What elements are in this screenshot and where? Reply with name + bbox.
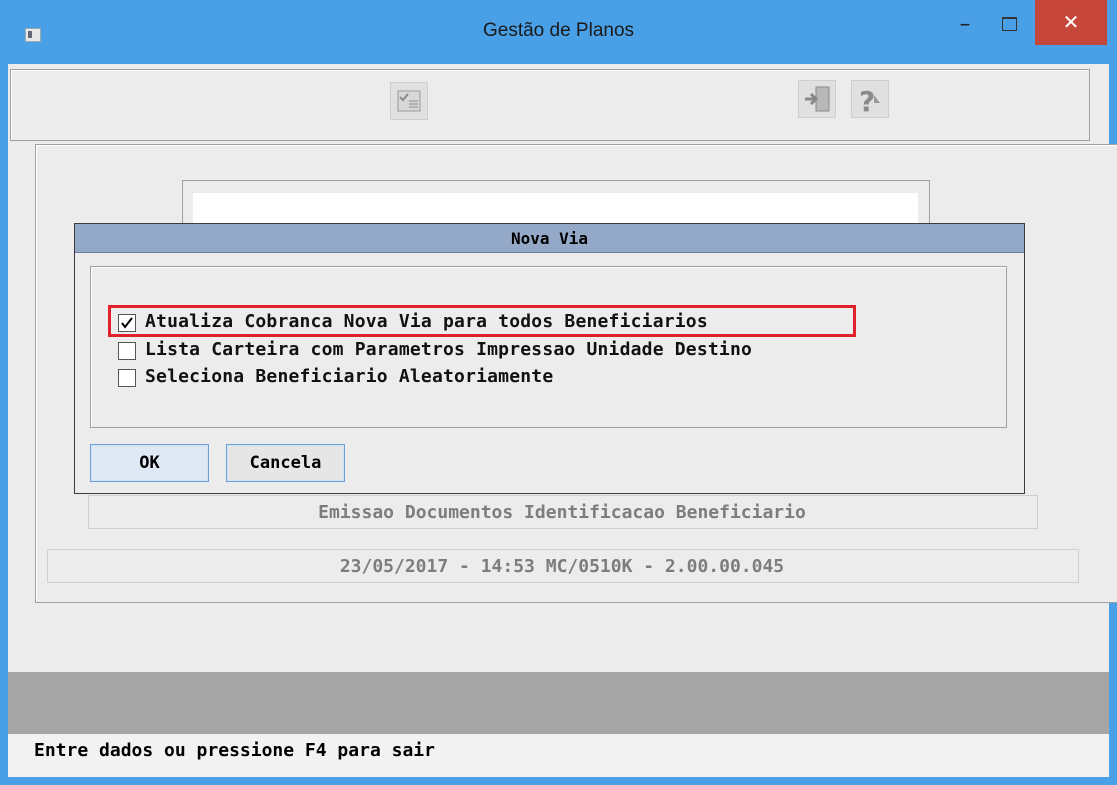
option-label-lista-carteira[interactable]: Lista Carteira com Parametros Impressao … bbox=[145, 339, 752, 360]
exit-door-icon[interactable] bbox=[798, 80, 836, 118]
status-message: Entre dados ou pressione F4 para sair bbox=[34, 740, 435, 761]
help-icon[interactable]: ? bbox=[851, 80, 889, 118]
svg-text:?: ? bbox=[859, 85, 875, 117]
cancel-button[interactable]: Cancela bbox=[226, 444, 345, 482]
close-button[interactable]: ✕ bbox=[1035, 0, 1107, 45]
checkbox-lista-carteira[interactable] bbox=[118, 342, 136, 360]
dialog-title: Nova Via bbox=[510, 229, 589, 248]
ok-button[interactable]: OK bbox=[90, 444, 209, 482]
minimize-button[interactable]: – bbox=[945, 14, 985, 44]
exit-door-icon-graphic bbox=[805, 86, 830, 112]
program-info: 23/05/2017 - 14:53 MC/0510K - 2.00.00.04… bbox=[339, 556, 785, 577]
checklist-icon-graphic bbox=[397, 90, 421, 112]
toolbar bbox=[10, 69, 1090, 141]
checklist-icon[interactable] bbox=[390, 82, 428, 120]
option-label-seleciona-beneficiario[interactable]: Seleciona Beneficiario Aleatoriamente bbox=[145, 366, 553, 387]
message-strip bbox=[8, 672, 1109, 734]
help-icon-graphic: ? bbox=[859, 85, 880, 118]
highlight-box bbox=[108, 305, 856, 337]
program-description: Emissao Documentos Identificacao Benefic… bbox=[318, 502, 806, 523]
maximize-button[interactable] bbox=[990, 10, 1030, 40]
checkbox-seleciona-beneficiario[interactable] bbox=[118, 369, 136, 387]
